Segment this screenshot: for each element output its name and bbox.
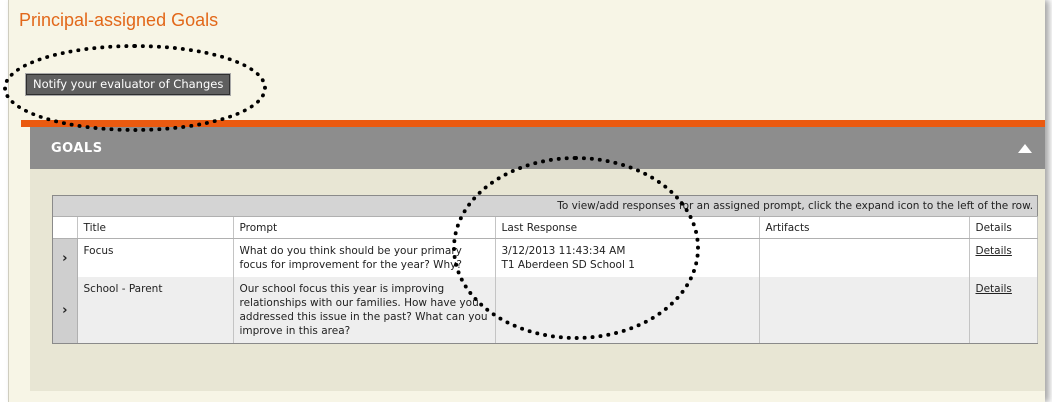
row-details: Details [969,277,1038,343]
table-header-row: Title Prompt Last Response Artifacts Det… [53,216,1038,239]
column-header-artifacts: Artifacts [759,216,970,239]
expand-row-icon[interactable]: › [53,238,78,277]
goals-header[interactable]: GOALS [30,127,1045,169]
page-frame: Principal-assigned Goals Notify your eva… [8,0,1045,402]
expand-row-icon[interactable]: › [53,277,78,343]
row-title: School - Parent [77,277,234,343]
row-title: Focus [77,238,234,277]
row-prompt: Our school focus this year is improving … [233,277,496,343]
goals-title: GOALS [51,140,103,156]
last-response-by: T1 Aberdeen SD School 1 [501,259,635,271]
column-header-prompt: Prompt [233,216,496,239]
table-row: › School - Parent Our school focus this … [53,277,1038,343]
collapse-up-icon[interactable] [1018,143,1032,153]
table-row: › Focus What do you think should be your… [53,238,1038,277]
last-response-date: 3/12/2013 11:43:34 AM [501,245,626,257]
goals-panel: GOALS To view/add responses for an assig… [30,127,1045,391]
row-last-response [495,277,760,343]
section-divider-bar [21,120,1045,127]
goals-table: To view/add responses for an assigned pr… [52,195,1038,344]
row-last-response: 3/12/2013 11:43:34 AM T1 Aberdeen SD Sch… [495,238,760,277]
column-header-details: Details [969,216,1038,239]
page-title: Principal-assigned Goals [19,10,219,30]
details-link[interactable]: Details [976,283,1012,295]
notify-evaluator-button[interactable]: Notify your evaluator of Changes [24,73,232,96]
row-prompt: What do you think should be your primary… [233,238,496,277]
details-link[interactable]: Details [976,245,1012,257]
row-artifacts [759,277,970,343]
column-header-title: Title [77,216,234,239]
column-header-last-response: Last Response [495,216,760,239]
column-header-expand [53,216,78,239]
row-artifacts [759,238,970,277]
row-details: Details [969,238,1038,277]
table-hint: To view/add responses for an assigned pr… [53,196,1038,217]
